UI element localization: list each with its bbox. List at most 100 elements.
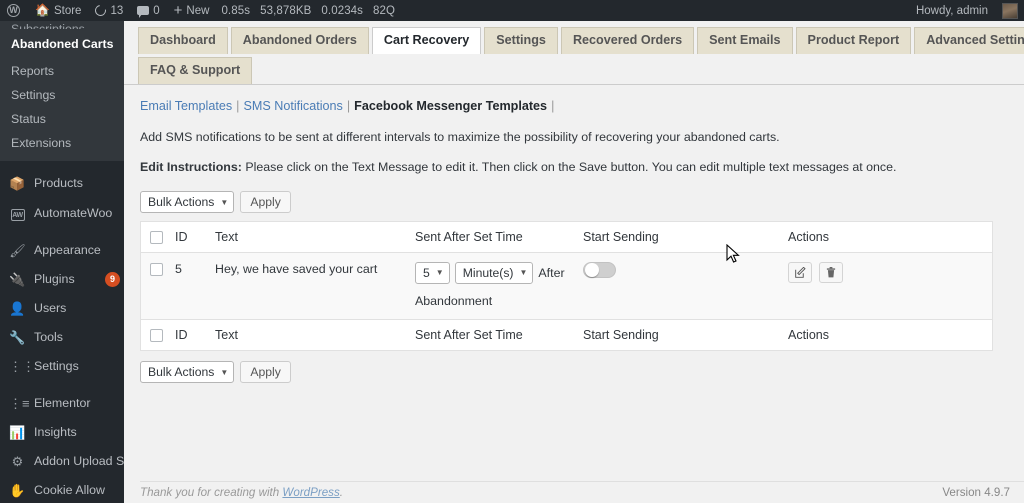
column-header-start-sending[interactable]: Start Sending <box>577 221 782 254</box>
tab-abandoned-orders[interactable]: Abandoned Orders <box>230 27 369 54</box>
content-inner: Email Templates | SMS Notifications | Facebo… <box>124 85 1024 384</box>
time-unit-value: Minute(s) <box>462 266 514 281</box>
comments-count: 0 <box>153 4 160 17</box>
bulk-actions-select-value: Bulk Actions <box>148 195 215 209</box>
new-content-button[interactable]: + New <box>167 0 217 21</box>
sidebar-subitem-extensions[interactable]: Extensions <box>0 131 124 155</box>
sidebar-item-settings[interactable]: ⋮⋮ Settings <box>0 352 124 381</box>
site-name-label: Store <box>53 4 82 17</box>
tab-advanced-settings[interactable]: Advanced Settings <box>914 27 1024 54</box>
column-footer-actions[interactable]: Actions <box>782 319 993 351</box>
sidebar-subitem-settings[interactable]: Settings <box>0 83 124 107</box>
column-footer-start-sending[interactable]: Start Sending <box>577 319 782 351</box>
comments-button[interactable]: 0 <box>130 0 166 21</box>
automatewoo-icon: AW <box>9 205 26 221</box>
sidebar-item-label: Plugins <box>34 272 75 286</box>
select-all-checkbox[interactable] <box>150 231 163 245</box>
avatar[interactable] <box>1002 2 1018 19</box>
column-header-actions[interactable]: Actions <box>782 221 993 254</box>
tab-faq-support[interactable]: FAQ & Support <box>138 57 253 84</box>
sidebar-item-tools[interactable]: 🔧 Tools <box>0 323 124 352</box>
tab-dashboard[interactable]: Dashboard <box>138 27 228 54</box>
users-icon: 👤 <box>9 301 26 316</box>
tab-product-report[interactable]: Product Report <box>795 27 912 54</box>
sidebar-subitem-reports[interactable]: Reports <box>0 59 124 83</box>
select-all-checkbox-footer[interactable] <box>150 329 163 343</box>
apply-button-bottom[interactable]: Apply <box>240 361 291 384</box>
column-header-id[interactable]: ID <box>169 221 209 254</box>
tab-recovered-orders[interactable]: Recovered Orders <box>560 27 695 54</box>
bulk-actions-bar-top: Bulk Actions ▼ Apply <box>140 191 1008 213</box>
wordpress-logo-icon: W <box>7 4 20 17</box>
sidebar-item-users[interactable]: 👤 Users <box>0 294 124 323</box>
tab-label: Advanced Settings <box>926 33 1024 47</box>
bulk-actions-select-top[interactable]: Bulk Actions ▼ <box>140 191 235 213</box>
table-foot: ID Text Sent After Set Time Start Sendin… <box>140 319 993 351</box>
sidebar-item-label: Elementor <box>34 396 91 410</box>
footer-thanks-prefix: Thank you for creating with <box>140 486 283 499</box>
delete-button[interactable] <box>819 262 844 284</box>
tab-sent-emails[interactable]: Sent Emails <box>697 27 793 54</box>
wordpress-logo-button[interactable]: W <box>0 0 28 21</box>
select-all-footer <box>140 319 169 351</box>
tab-label: Product Report <box>807 33 900 47</box>
sidebar-item-products[interactable]: 📦 Products <box>0 169 124 198</box>
subnav-link-facebook-messenger-templates[interactable]: Facebook Messenger Templates <box>354 99 547 113</box>
trash-icon <box>827 267 836 278</box>
time-value: 5 <box>423 266 430 281</box>
sidebar-item-addon-upload-settings[interactable]: ⚙ Addon Upload Settings <box>0 447 124 476</box>
sidebar-item-label: Products <box>34 176 83 190</box>
time-value-select[interactable]: 5 ▼ <box>415 262 450 285</box>
sidebar-item-label: Appearance <box>34 243 101 257</box>
sidebar-item-appearance[interactable]: 🖌 Appearance <box>0 236 124 265</box>
subnav-link-sms-notifications[interactable]: SMS Notifications <box>243 99 342 113</box>
plus-icon: + <box>173 2 183 19</box>
apply-button-top[interactable]: Apply <box>240 191 291 213</box>
wordpress-link[interactable]: WordPress <box>282 486 339 499</box>
tab-cart-recovery[interactable]: Cart Recovery <box>371 27 482 54</box>
row-start-sending <box>577 252 782 320</box>
column-footer-sent-after-set-time[interactable]: Sent After Set Time <box>409 319 577 351</box>
admin-sidebar: Subscriptions Abandoned Carts Reports Se… <box>0 21 124 503</box>
after-label: After <box>538 266 565 281</box>
site-name-button[interactable]: 🏠 Store <box>28 0 88 21</box>
column-footer-text[interactable]: Text <box>209 319 409 351</box>
sidebar-item-label: Tools <box>34 330 63 344</box>
sidebar-item-automatewoo[interactable]: AW AutomateWoo <box>0 198 124 228</box>
sidebar-item-cookie-allow[interactable]: ✋ Cookie Allow <box>0 476 124 503</box>
comments-icon <box>137 6 150 18</box>
column-header-text[interactable]: Text <box>209 221 409 254</box>
sidebar-subitem-label: Status <box>11 112 46 126</box>
sidebar-item-label: Settings <box>34 359 79 373</box>
row-text-message[interactable]: Hey, we have saved your cart <box>209 252 409 320</box>
tab-label: Sent Emails <box>709 33 781 47</box>
sidebar-item-elementor[interactable]: ⋮≡ Elementor <box>0 389 124 418</box>
bulk-actions-select-bottom[interactable]: Bulk Actions ▼ <box>140 361 235 384</box>
sidebar-item-plugins[interactable]: 🔌 Plugins 9 <box>0 265 124 294</box>
start-sending-toggle[interactable] <box>583 262 616 279</box>
subnav-link-email-templates[interactable]: Email Templates <box>140 99 232 113</box>
tab-settings[interactable]: Settings <box>484 27 558 54</box>
chevron-down-icon: ▼ <box>220 367 229 377</box>
column-header-sent-after-set-time[interactable]: Sent After Set Time <box>409 221 577 254</box>
column-footer-id[interactable]: ID <box>169 319 209 351</box>
edit-button[interactable] <box>788 262 812 284</box>
bulk-actions-select-value: Bulk Actions <box>148 365 215 380</box>
edit-instructions: Edit Instructions: Please click on the T… <box>140 159 1008 175</box>
sidebar-subitem-abandoned-carts[interactable]: Abandoned Carts <box>0 29 124 59</box>
table-row: 5 Hey, we have saved your cart 5 ▼ Minut… <box>140 252 993 320</box>
home-icon: 🏠 <box>35 3 50 17</box>
time-unit-select[interactable]: Minute(s) ▼ <box>454 262 534 285</box>
sidebar-subitem-subscriptions[interactable]: Subscriptions <box>0 21 124 29</box>
sidebar-item-insights[interactable]: 📊 Insights <box>0 418 124 447</box>
howdy-label[interactable]: Howdy, admin <box>909 0 995 21</box>
toggle-knob <box>585 263 599 278</box>
admin-footer: Thank you for creating with WordPress. V… <box>140 481 1024 503</box>
sidebar-subitem-status[interactable]: Status <box>0 107 124 131</box>
products-icon: 📦 <box>9 176 26 191</box>
edit-instructions-text: Please click on the Text Message to edit… <box>241 160 897 174</box>
row-checkbox[interactable] <box>150 263 163 277</box>
time-controls: 5 ▼ Minute(s) ▼ After Abandonment <box>415 262 571 310</box>
edit-pencil-icon <box>794 267 806 278</box>
updates-button[interactable]: 13 <box>88 0 130 21</box>
